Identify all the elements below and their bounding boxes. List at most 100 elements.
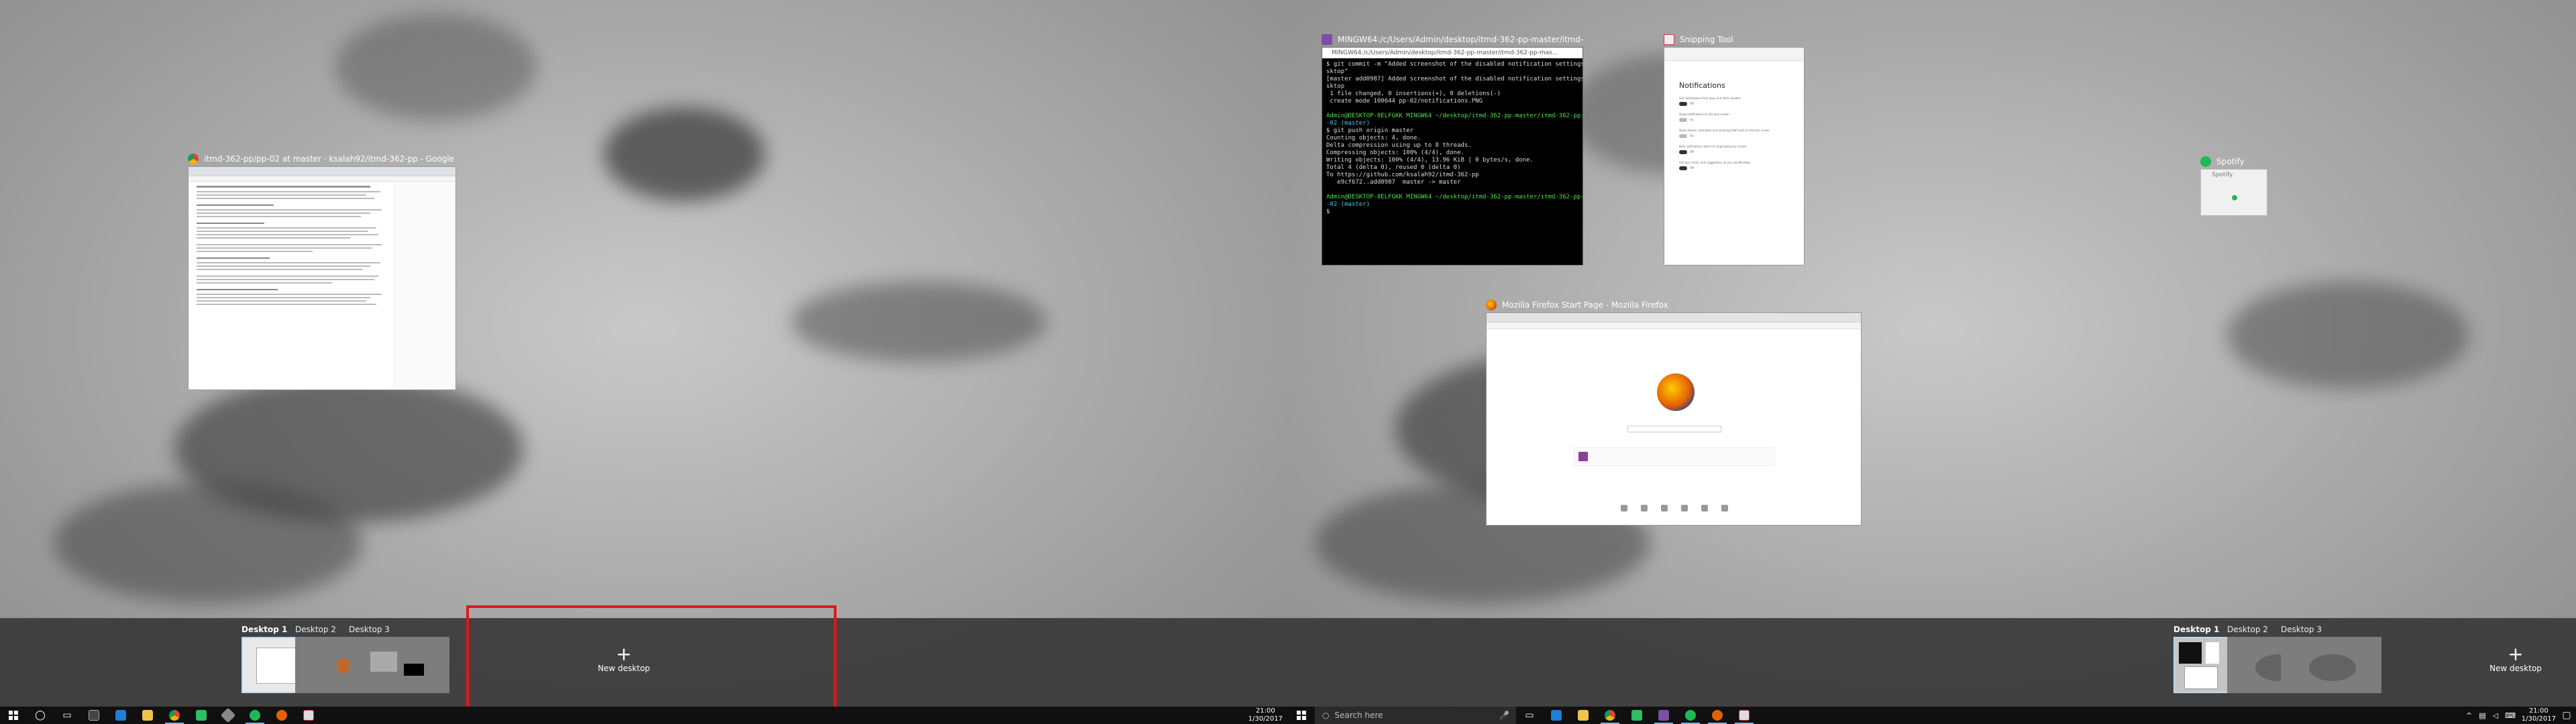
- window-title-bar: Mozilla Firefox Start Page - Mozilla Fir…: [1486, 298, 1862, 312]
- terminal-line: $ git push origin master: [1326, 127, 1414, 134]
- terminal-line: Compressing objects: 100% (4/4), done.: [1326, 149, 1464, 156]
- clock-date: 1/30/2017: [2521, 715, 2556, 723]
- evernote-icon[interactable]: [188, 707, 215, 724]
- git-bash-taskbar-icon[interactable]: [1650, 707, 1677, 724]
- firefox-taskbar-icon[interactable]: [268, 707, 295, 724]
- task-view-strip: Desktop 1 Desktop 2 Desktop 3 + New desk…: [1288, 618, 2576, 707]
- microphone-icon[interactable]: 🎤: [1499, 711, 1509, 720]
- terminal-line: 1 file changed, 0 insertions(+), 0 delet…: [1326, 90, 1501, 97]
- search-placeholder: Search here: [1334, 711, 1383, 720]
- terminal-line: sktop: [1326, 83, 1345, 90]
- chevron-up-icon[interactable]: ^: [2466, 711, 2472, 720]
- spotify-window-thumbnail[interactable]: Spotify Spotify: [2200, 154, 2267, 216]
- window-title: Snipping Tool: [1680, 35, 1733, 44]
- firefox-page-preview: [1486, 312, 1862, 526]
- toggle-switch: On: [1679, 118, 1794, 122]
- quick-links: [1621, 505, 1728, 516]
- setting-row: Show alarms, reminders and incoming VoIP…: [1679, 129, 1794, 138]
- windows-start-icon[interactable]: [1288, 707, 1315, 724]
- chrome-window-thumbnail[interactable]: itmd-362-pp/pp-02 at master · ksalah92/i…: [188, 152, 456, 393]
- clock[interactable]: 21:00 1/30/2017: [1248, 707, 1283, 724]
- window-title-bar: Spotify: [2200, 154, 2267, 169]
- new-desktop-label: New desktop: [2489, 664, 2542, 673]
- edge-icon[interactable]: [107, 707, 134, 724]
- cortana-icon[interactable]: ◯: [27, 707, 54, 724]
- window-title: Mozilla Firefox Start Page - Mozilla Fir…: [1502, 300, 1668, 310]
- desktop-label: Desktop 3: [2281, 625, 2322, 634]
- toggle-state: On: [1690, 118, 1694, 121]
- spotify-taskbar-icon[interactable]: [241, 707, 268, 724]
- task-view-icon[interactable]: ▭: [1516, 707, 1543, 724]
- setting-row: Get tips, tricks, and suggestions as you…: [1679, 161, 1794, 170]
- terminal-line: Delta compression using up to 8 threads.: [1326, 142, 1472, 149]
- setting-label: Get tips, tricks, and suggestions as you…: [1679, 161, 1751, 164]
- terminal-line: Admin@DESKTOP-8ELFGKK MINGW64 ~/desktop/…: [1326, 113, 1582, 119]
- snipping-tool-icon[interactable]: [1731, 707, 1758, 724]
- terminal-line: Counting objects: 4, done.: [1326, 135, 1421, 141]
- chrome-taskbar-icon[interactable]: [1597, 707, 1623, 724]
- terminal-line: $: [1326, 208, 1330, 215]
- toggle-track: [1679, 150, 1687, 154]
- snipping-tool-window-thumbnail[interactable]: Snipping Tool Notifications Get notifica…: [1664, 32, 1805, 267]
- wallpaper-smoke: [335, 13, 537, 121]
- browser-tabstrip: [189, 167, 455, 176]
- window-title: itmd-362-pp/pp-02 at master · ksalah92/i…: [204, 154, 456, 164]
- terminal-window-thumbnail[interactable]: MINGW64:/c/Users/Admin/desktop/itmd-362-…: [1322, 32, 1583, 267]
- action-center-icon[interactable]: ▢: [2557, 707, 2576, 724]
- firefox-taskbar-icon[interactable]: [1704, 707, 1731, 724]
- firefox-logo: [1657, 373, 1695, 411]
- network-icon[interactable]: ▤: [2479, 711, 2485, 720]
- file-explorer-icon[interactable]: [134, 707, 161, 724]
- chrome-taskbar-icon[interactable]: [161, 707, 188, 724]
- setting-row: Hide notifications when I'm duplicating …: [1679, 145, 1794, 154]
- page-sidebar: [394, 182, 455, 389]
- notifications-settings-image: Notifications Get notifications from app…: [1664, 61, 1804, 170]
- spotify-loading-icon: [2232, 195, 2237, 200]
- desktop-3-thumbnail[interactable]: Desktop 3: [349, 625, 449, 693]
- evernote-icon[interactable]: [1623, 707, 1650, 724]
- snipping-tool-icon[interactable]: [295, 707, 322, 724]
- window-title-bar: MINGW64:/c/Users/Admin/desktop/itmd-362-…: [1322, 32, 1583, 47]
- task-view-icon[interactable]: ▭: [54, 707, 80, 724]
- windows-start-icon[interactable]: [0, 707, 27, 724]
- annotation-highlight-box: [466, 605, 837, 714]
- clock-date: 1/30/2017: [1248, 715, 1283, 723]
- clock[interactable]: 21:00 1/30/2017: [2522, 707, 2556, 724]
- toggle-state: Off: [1690, 166, 1694, 170]
- terminal-line: Total 4 (delta 0), reused 0 (delta 0): [1326, 164, 1461, 171]
- file-explorer-icon[interactable]: [1570, 707, 1597, 724]
- firefox-window-thumbnail[interactable]: Mozilla Firefox Start Page - Mozilla Fir…: [1486, 298, 1862, 527]
- notifications-settings-list: Get notifications from apps and other se…: [1679, 97, 1794, 170]
- search-icon: ○: [1322, 711, 1330, 720]
- edge-icon[interactable]: [1543, 707, 1570, 724]
- terminal-preview: MINGW64:/c/Users/Admin/desktop/itmd-362-…: [1322, 47, 1583, 265]
- desktop-3-thumbnail[interactable]: Desktop 3: [2281, 625, 2381, 693]
- wallpaper-smoke: [792, 282, 1046, 362]
- terminal-line: -02 (master): [1326, 120, 1371, 127]
- toggle-switch: Off: [1679, 166, 1794, 170]
- chrome-page-preview: [188, 166, 456, 390]
- desktop-preview: [349, 637, 449, 693]
- terminal-line: -02 (master): [1326, 201, 1371, 208]
- window-title: Spotify: [2216, 157, 2245, 166]
- new-desktop-button[interactable]: + New desktop: [2475, 643, 2556, 674]
- terminal-output: $ git commit -m "Added screenshot of the…: [1322, 58, 1582, 219]
- git-icon[interactable]: [215, 707, 241, 724]
- desktop-preview: [2281, 637, 2381, 693]
- volume-icon[interactable]: ◁: [2493, 711, 2498, 720]
- terminal-line: e9cf672..add0987 master -> master: [1326, 179, 1461, 186]
- store-icon[interactable]: [80, 707, 107, 724]
- spotify-icon: [2200, 156, 2211, 167]
- plus-icon: +: [2508, 643, 2524, 665]
- setting-label: Get notifications from apps and other se…: [1679, 97, 1741, 100]
- firefox-icon: [1486, 300, 1497, 310]
- window-title-bar: Snipping Tool: [1664, 32, 1805, 47]
- git-bash-icon: [1322, 34, 1332, 45]
- spotify-taskbar-icon[interactable]: [1677, 707, 1704, 724]
- address-bar: [189, 176, 455, 182]
- system-tray: ^ ▤ ◁ ⌨: [2466, 707, 2516, 724]
- search-box[interactable]: ○ Search here 🎤: [1315, 707, 1516, 724]
- keyboard-icon[interactable]: ⌨: [2505, 711, 2516, 720]
